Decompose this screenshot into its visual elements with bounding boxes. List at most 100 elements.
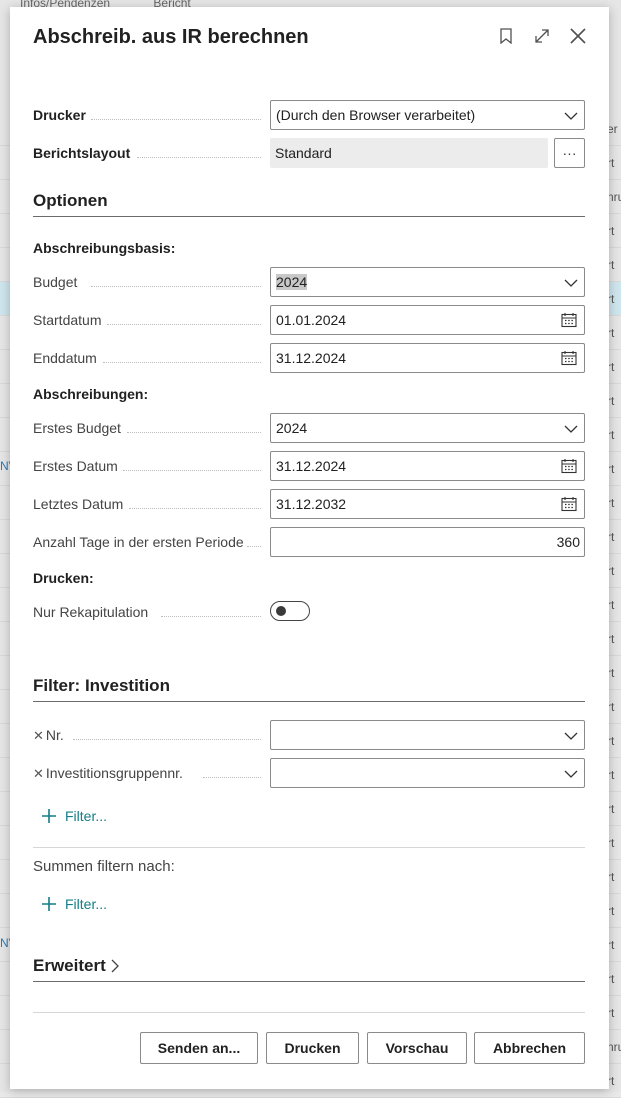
bg-right-fragment: rt [607, 360, 615, 374]
end-date-value: 31.12.2024 [276, 350, 347, 366]
dotted-leader [91, 286, 261, 287]
cancel-button[interactable]: Abbrechen [474, 1032, 585, 1064]
calendar-icon[interactable] [561, 458, 577, 474]
last-date-value: 31.12.2032 [276, 496, 347, 512]
advanced-section-toggle[interactable]: Erweitert [33, 956, 585, 982]
budget-select[interactable]: 2024 [270, 267, 585, 297]
bg-right-fragment: rt [607, 666, 615, 680]
last-date-row: Letztes Datum 31.12.2032 [33, 489, 585, 519]
plus-icon [42, 809, 56, 823]
add-filter-label: Filter... [65, 808, 108, 824]
filter-no-label: Nr. [45, 727, 64, 743]
dotted-leader [127, 432, 261, 433]
last-date-label: Letztes Datum [33, 496, 124, 512]
printer-value: (Durch den Browser verarbeitet) [276, 107, 476, 123]
dotted-leader [123, 470, 261, 471]
bg-right-fragment: rt [607, 394, 615, 408]
report-layout-field: Standard [270, 138, 548, 168]
first-budget-label: Erstes Budget [33, 420, 121, 436]
bg-right-fragment: nru [607, 190, 621, 204]
bg-right-fragment: rt [607, 462, 615, 476]
footer-divider [33, 1012, 585, 1013]
filter-no-select[interactable] [270, 720, 585, 750]
bg-left-fragment: NV [0, 459, 10, 473]
filter-no-label-wrap: ✕ Nr. [33, 720, 64, 750]
budget-value: 2024 [276, 274, 308, 290]
report-request-dialog: Abschreib. aus IR berechnen Drucker (Dur… [10, 7, 609, 1089]
chevron-right-icon [111, 959, 119, 973]
options-heading: Optionen [33, 191, 585, 217]
dotted-leader [107, 324, 261, 325]
filter-heading: Filter: Investition [33, 676, 585, 702]
calendar-icon[interactable] [561, 350, 577, 366]
bg-right-fragment: rt [607, 1006, 615, 1020]
bg-right-fragment: rt [607, 258, 615, 272]
remove-filter-icon[interactable]: ✕ [33, 728, 44, 743]
plus-icon [42, 897, 56, 911]
add-filter-button[interactable]: Filter... [41, 808, 107, 824]
calendar-icon[interactable] [561, 312, 577, 328]
days-first-period-input[interactable]: 360 [270, 527, 585, 557]
last-date-input[interactable]: 31.12.2032 [270, 489, 585, 519]
first-budget-row: Erstes Budget 2024 [33, 413, 585, 443]
start-date-label: Startdatum [33, 312, 102, 328]
divider [33, 847, 585, 848]
remove-filter-icon[interactable]: ✕ [33, 766, 44, 781]
filter-no-row: ✕ Nr. [33, 720, 585, 750]
bg-right-fragment: rt [607, 530, 615, 544]
bg-right-fragment: rt [607, 768, 615, 782]
dotted-leader [129, 508, 261, 509]
bg-right-fragment: rt [607, 734, 615, 748]
recap-only-toggle[interactable] [270, 601, 310, 621]
end-date-input[interactable]: 31.12.2024 [270, 343, 585, 373]
start-date-input[interactable]: 01.01.2024 [270, 305, 585, 335]
bg-right-fragment: er [607, 122, 618, 136]
end-date-row: Enddatum 31.12.2024 [33, 343, 585, 373]
print-button[interactable]: Drucken [266, 1032, 359, 1064]
bookmark-icon[interactable] [495, 25, 517, 47]
end-date-label: Enddatum [33, 350, 97, 366]
printer-select[interactable]: (Durch den Browser verarbeitet) [270, 100, 585, 130]
send-to-button[interactable]: Senden an... [140, 1032, 258, 1064]
first-date-input[interactable]: 31.12.2024 [270, 451, 585, 481]
first-date-row: Erstes Datum 31.12.2024 [33, 451, 585, 481]
bg-right-fragment: rt [607, 836, 615, 850]
expand-icon[interactable] [531, 25, 553, 47]
start-date-row: Startdatum 01.01.2024 [33, 305, 585, 335]
first-date-label: Erstes Datum [33, 458, 118, 474]
filter-group-select[interactable] [270, 758, 585, 788]
chevron-down-icon [564, 279, 578, 287]
budget-row: Budget 2024 [33, 267, 585, 297]
dotted-leader [203, 777, 261, 778]
bg-right-fragment: rt [607, 496, 615, 510]
preview-button[interactable]: Vorschau [367, 1032, 467, 1064]
bg-right-fragment: rt [607, 224, 615, 238]
dotted-leader [91, 119, 261, 120]
close-icon[interactable] [567, 25, 589, 47]
filter-group-label: Investitionsgruppennr. [45, 765, 183, 781]
add-totals-filter-label: Filter... [65, 896, 108, 912]
totals-filter-heading: Summen filtern nach: [33, 858, 175, 875]
dialog-title: Abschreib. aus IR berechnen [33, 26, 309, 48]
add-totals-filter-button[interactable]: Filter... [41, 896, 107, 912]
report-layout-value: Standard [275, 145, 332, 161]
recap-only-label: Nur Rekapitulation [33, 604, 149, 620]
days-first-period-label: Anzahl Tage in der ersten Periode [33, 534, 244, 550]
bg-left-fragment: NV [0, 936, 10, 950]
toggle-knob [276, 606, 286, 616]
chevron-down-icon [564, 425, 578, 433]
start-date-value: 01.01.2024 [276, 312, 347, 328]
dotted-leader [73, 739, 261, 740]
calendar-icon[interactable] [561, 496, 577, 512]
dotted-leader [137, 157, 261, 158]
bg-right-fragment: rt [607, 870, 615, 884]
depreciation-basis-heading: Abschreibungsbasis: [33, 240, 176, 256]
more-options-button[interactable]: ··· [554, 138, 585, 168]
bg-right-fragment: rt [607, 1074, 615, 1088]
first-budget-select[interactable]: 2024 [270, 413, 585, 443]
bg-right-fragment: nru [607, 1040, 621, 1054]
bg-right-fragment: rt [607, 904, 615, 918]
printer-label: Drucker [33, 107, 86, 123]
days-first-period-row: Anzahl Tage in der ersten Periode 360 [33, 527, 585, 557]
bg-right-fragment: rt [607, 938, 615, 952]
